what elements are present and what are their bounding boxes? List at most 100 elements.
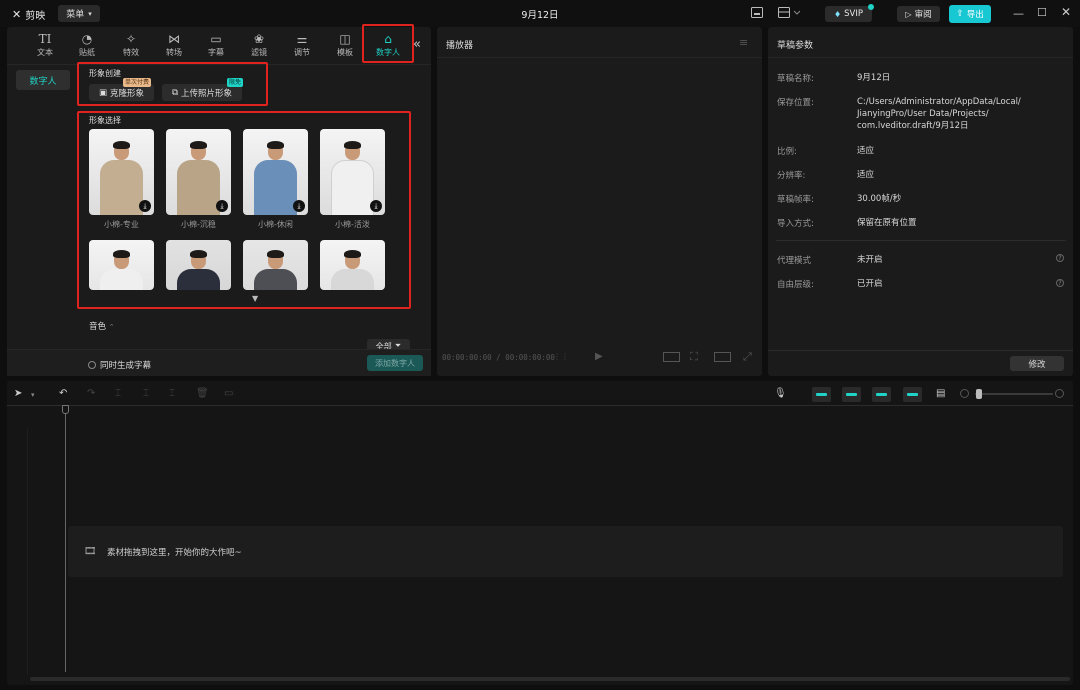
- split-icon[interactable]: ⌶: [115, 388, 121, 399]
- divider: [7, 405, 1073, 406]
- chevron-down-icon[interactable]: ▾: [31, 391, 35, 399]
- timeline-empty-hint: 素材拖拽到这里，开始你的大作吧~: [107, 548, 242, 558]
- tab-label: 滤镜: [251, 48, 267, 57]
- tab-label: 调节: [294, 48, 310, 57]
- shield-icon[interactable]: ▭: [224, 388, 233, 399]
- review-label: 审阅: [914, 10, 932, 20]
- voice-section-title[interactable]: 音色 ⌃: [89, 320, 115, 332]
- tab-filter[interactable]: ❀ 滤镜: [239, 27, 279, 61]
- param-key: 比例:: [777, 147, 797, 157]
- sidebar-item-digital-human[interactable]: 数字人: [16, 70, 70, 90]
- param-key: 导入方式:: [777, 219, 814, 229]
- playhead-line: [65, 414, 66, 672]
- divider: [437, 57, 762, 58]
- redo-icon[interactable]: ↷: [87, 388, 95, 399]
- collapse-icon[interactable]: «: [413, 37, 421, 52]
- minimize-icon[interactable]: —: [1013, 7, 1024, 20]
- voice-label: 音色: [89, 322, 107, 332]
- upload-icon: ⇪: [956, 9, 964, 19]
- delete-icon[interactable]: 🗑: [196, 388, 209, 399]
- param-key: 保存位置:: [777, 98, 814, 108]
- template-icon: ◫: [339, 32, 351, 46]
- aspect-icon[interactable]: [714, 352, 731, 362]
- transition-icon: ⋈: [168, 32, 180, 46]
- player-title: 播放器: [446, 41, 474, 51]
- zoom-out-icon[interactable]: [960, 389, 969, 398]
- param-value: 保留在原有位置: [857, 218, 917, 228]
- svip-label: SVIP: [844, 9, 863, 19]
- select-cursor-icon[interactable]: ➤: [14, 388, 22, 399]
- tab-label: 字幕: [208, 48, 224, 57]
- caption-icon[interactable]: ▤: [936, 388, 945, 399]
- tab-effects[interactable]: ✧ 特效: [111, 27, 151, 61]
- highlight-box-create: [77, 62, 268, 106]
- microphone-icon[interactable]: 🎙: [774, 388, 787, 399]
- fullscreen-icon[interactable]: ⤢: [743, 350, 752, 364]
- zoom-in-icon[interactable]: [1055, 389, 1064, 398]
- param-key: 分辨率:: [777, 171, 806, 181]
- sticker-icon: ◔: [81, 32, 93, 46]
- split-left-icon[interactable]: ⌶: [143, 388, 149, 399]
- export-button[interactable]: ⇪ 导出: [949, 5, 991, 23]
- tab-template[interactable]: ◫ 模板: [325, 27, 365, 61]
- tab-sticker[interactable]: ◔ 贴纸: [67, 27, 107, 61]
- notification-dot: [868, 4, 874, 10]
- track-header-divider: [27, 429, 28, 675]
- draft-title: 草稿参数: [777, 41, 814, 51]
- player-panel: 播放器 ≡ 00:00:00:00 / 00:00:00:00 ⋮⋮ ▶ ⛶ ⤢: [437, 27, 762, 376]
- param-value: 已开启: [857, 279, 883, 289]
- param-key: 草稿名称:: [777, 74, 814, 84]
- auto-snap-button[interactable]: [842, 387, 861, 402]
- tab-text[interactable]: TI 文本: [25, 27, 65, 61]
- param-value-line: JianyingPro/User Data/Projects/: [857, 109, 989, 119]
- param-key: 代理模式: [777, 256, 812, 266]
- fit-icon[interactable]: ⛶: [690, 350, 698, 364]
- export-label: 导出: [966, 10, 984, 20]
- tab-label: 文本: [37, 48, 53, 57]
- material-panel: TI 文本 ◔ 贴纸 ✧ 特效 ⋈ 转场 ▭ 字幕 ❀ 滤镜 ⚌ 调节 ◫ 模板…: [7, 24, 431, 376]
- gen-subtitle-checkbox[interactable]: 同时生成字幕: [88, 359, 151, 371]
- help-icon[interactable]: ?: [1056, 279, 1064, 287]
- param-value: 30.00帧/秒: [857, 194, 902, 204]
- close-icon[interactable]: ✕: [1061, 5, 1071, 19]
- ratio-icon[interactable]: [663, 352, 680, 362]
- help-icon[interactable]: ?: [1056, 254, 1064, 262]
- zoom-slider-handle[interactable]: [976, 389, 982, 399]
- modify-button[interactable]: 修改: [1010, 356, 1064, 371]
- param-value: C:/Users/Administrator/AppData/Local/: [857, 97, 1021, 107]
- tab-subtitle[interactable]: ▭ 字幕: [196, 27, 236, 61]
- tab-label: 特效: [123, 48, 139, 57]
- filter-icon: ❀: [253, 32, 265, 46]
- play-icon[interactable]: ▶: [595, 351, 603, 362]
- main-track-magnet-button[interactable]: [812, 387, 831, 402]
- maximize-icon[interactable]: ☐: [1037, 6, 1047, 19]
- timecode: 00:00:00:00 / 00:00:00:00: [442, 353, 555, 362]
- play-box-icon: ▷: [905, 9, 912, 19]
- checkbox-icon: [88, 361, 96, 369]
- diamond-icon: ♦: [833, 9, 842, 19]
- adjust-icon: ⚌: [296, 32, 308, 46]
- layout-icon[interactable]: [778, 7, 801, 21]
- chevron-up-icon: ⌃: [108, 323, 115, 331]
- subtitle-icon: ▭: [210, 32, 222, 46]
- zoom-slider-track[interactable]: [975, 393, 1053, 395]
- tab-label: 转场: [166, 48, 182, 57]
- timeline-mini-icon[interactable]: ⋮⋮: [553, 352, 569, 361]
- shortcut-icon[interactable]: [751, 7, 763, 21]
- divider: [776, 240, 1066, 241]
- linkage-button[interactable]: [872, 387, 891, 402]
- split-right-icon[interactable]: ⌶: [169, 388, 175, 399]
- review-button[interactable]: ▷ 审阅: [897, 6, 940, 22]
- gen-subtitle-label: 同时生成字幕: [100, 361, 152, 371]
- highlight-box-tab: [362, 24, 414, 63]
- divider: [768, 350, 1073, 351]
- player-menu-icon[interactable]: ≡: [739, 36, 748, 49]
- preview-axis-button[interactable]: [903, 387, 922, 402]
- add-digital-human-button[interactable]: 添加数字人: [367, 355, 423, 371]
- playhead-icon[interactable]: [62, 405, 69, 414]
- horizontal-scrollbar[interactable]: [30, 677, 1070, 681]
- undo-icon[interactable]: ↶: [59, 388, 67, 399]
- tab-adjust[interactable]: ⚌ 调节: [282, 27, 322, 61]
- tab-transition[interactable]: ⋈ 转场: [154, 27, 194, 61]
- svip-button[interactable]: ♦ SVIP: [825, 4, 874, 22]
